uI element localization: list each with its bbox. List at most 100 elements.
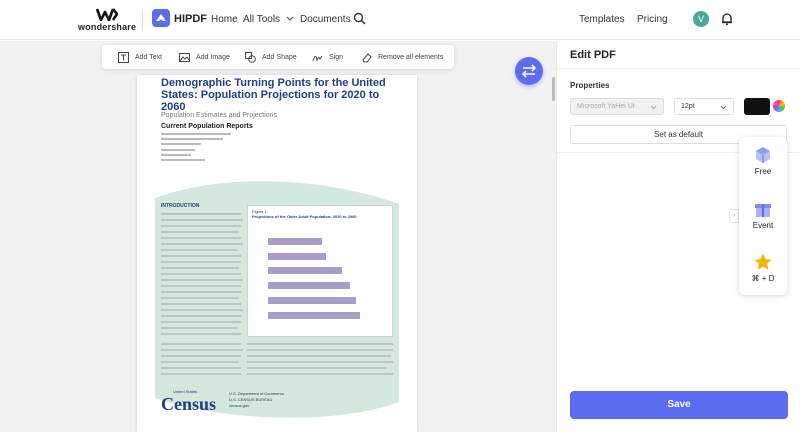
pdf-workspace: Add Text Add Image Add Shape Sign Remove… <box>0 41 556 432</box>
nav-templates[interactable]: Templates <box>579 14 625 25</box>
notification-bell-icon[interactable] <box>720 12 734 26</box>
document-series[interactable]: Current Population Reports <box>161 123 253 130</box>
body-text <box>161 279 243 281</box>
body-text <box>247 373 393 375</box>
remove-all-tool[interactable]: Remove all elements <box>361 51 443 63</box>
gift-cube-icon <box>756 147 770 163</box>
avatar[interactable]: V <box>693 11 709 27</box>
figure-bar <box>268 267 342 274</box>
sign-tool[interactable]: Sign <box>312 51 343 63</box>
figure-bar <box>268 312 360 319</box>
color-wheel-icon[interactable] <box>773 100 785 112</box>
panel-divider <box>557 68 800 69</box>
body-text <box>247 355 391 357</box>
promo-event[interactable]: Event <box>739 199 787 230</box>
font-size-value: 12pt <box>681 103 695 110</box>
body-text <box>161 219 243 221</box>
body-text <box>161 249 237 251</box>
add-shape-tool[interactable]: Add Shape <box>245 51 297 63</box>
swap-arrows-icon <box>521 64 537 78</box>
text-color-swatch[interactable] <box>744 98 770 115</box>
body-text <box>161 321 241 323</box>
byline-text <box>161 133 231 135</box>
body-text <box>161 349 243 351</box>
edit-pdf-panel: Edit PDF Properties Microsoft YaHei UI 1… <box>556 41 800 432</box>
body-text <box>161 267 239 269</box>
wondershare-text: wondershare <box>78 22 137 32</box>
save-button[interactable]: Save <box>570 391 788 419</box>
body-text <box>161 255 241 257</box>
edit-toolbar: Add Text Add Image Add Shape Sign Remove… <box>102 45 454 69</box>
body-text <box>161 355 241 357</box>
body-text <box>247 343 393 345</box>
add-shape-label: Add Shape <box>262 53 297 61</box>
body-text <box>161 285 241 287</box>
promo-bookmark[interactable]: ⌘ + D <box>739 252 787 283</box>
byline-text <box>161 159 205 161</box>
collapse-promo-button[interactable]: › <box>729 209 739 223</box>
body-text <box>161 333 241 335</box>
figure-bar <box>268 282 350 289</box>
dept-line: census.gov <box>229 403 250 408</box>
nav-home[interactable]: Home <box>211 14 238 25</box>
app-name[interactable]: HIPDF <box>174 13 207 25</box>
chevron-down-icon <box>650 105 657 110</box>
intro-heading[interactable]: INTRODUCTION <box>161 203 199 209</box>
body-text <box>161 273 241 275</box>
byline-text <box>161 143 201 145</box>
body-text <box>161 243 243 245</box>
figure-title: Projections of the Older Adult Populatio… <box>252 214 357 219</box>
promo-free[interactable]: Free <box>739 145 787 176</box>
body-text <box>247 349 393 351</box>
pdf-page[interactable]: Demographic Turning Points for the Unite… <box>137 75 417 432</box>
image-icon <box>179 52 190 62</box>
panel-title: Edit PDF <box>570 49 616 61</box>
workspace-scrollbar[interactable] <box>552 77 555 101</box>
body-text <box>247 361 393 363</box>
nav-pricing[interactable]: Pricing <box>637 14 668 25</box>
body-text <box>161 231 239 233</box>
hipdf-logo-icon[interactable] <box>152 9 170 27</box>
figure-bar <box>268 297 356 304</box>
add-text-label: Add Text <box>135 53 163 61</box>
body-text <box>161 361 239 363</box>
header-divider <box>142 10 143 30</box>
body-text <box>161 291 241 293</box>
body-text <box>161 367 241 369</box>
wondershare-logo[interactable]: wondershare <box>78 8 137 34</box>
figure-bar <box>268 253 326 260</box>
body-text <box>161 225 241 227</box>
font-family-select[interactable]: Microsoft YaHei UI <box>570 98 664 115</box>
signature-icon <box>312 55 323 62</box>
add-image-label: Add Image <box>196 53 230 61</box>
nav-documents[interactable]: Documents <box>300 14 351 25</box>
add-image-tool[interactable]: Add Image <box>179 51 230 63</box>
byline-text <box>161 138 223 140</box>
body-text <box>161 303 241 305</box>
body-text <box>161 327 237 329</box>
census-logo-word: Census <box>161 394 217 414</box>
body-text <box>161 297 239 299</box>
gift-box-icon <box>755 204 771 217</box>
wondershare-mark-icon <box>96 8 118 21</box>
byline-text <box>161 149 195 151</box>
promo-bookmark-label: ⌘ + D <box>751 274 775 283</box>
body-text <box>161 373 241 375</box>
remove-all-label: Remove all elements <box>378 53 444 61</box>
body-text <box>161 261 241 263</box>
nav-all-tools[interactable]: All Tools <box>243 14 294 25</box>
swap-button[interactable] <box>515 57 543 85</box>
font-size-select[interactable]: 12pt <box>674 98 734 115</box>
text-box-icon <box>118 51 129 63</box>
document-title[interactable]: Demographic Turning Points for the Unite… <box>161 77 391 113</box>
add-text-tool[interactable]: Add Text <box>118 51 162 63</box>
search-icon[interactable] <box>353 12 366 25</box>
census-logo: United States Census <box>161 389 216 415</box>
body-text <box>161 315 241 317</box>
body-text <box>161 237 241 239</box>
star-icon <box>754 253 772 270</box>
byline-text <box>161 154 191 156</box>
document-subtitle[interactable]: Population Estimates and Projections <box>161 112 277 119</box>
department-info: U.S. Department of Commerce U.S. CENSUS … <box>229 391 284 409</box>
figure-projection-chart[interactable]: Figure 1. Projections of the Older Adult… <box>247 205 393 337</box>
